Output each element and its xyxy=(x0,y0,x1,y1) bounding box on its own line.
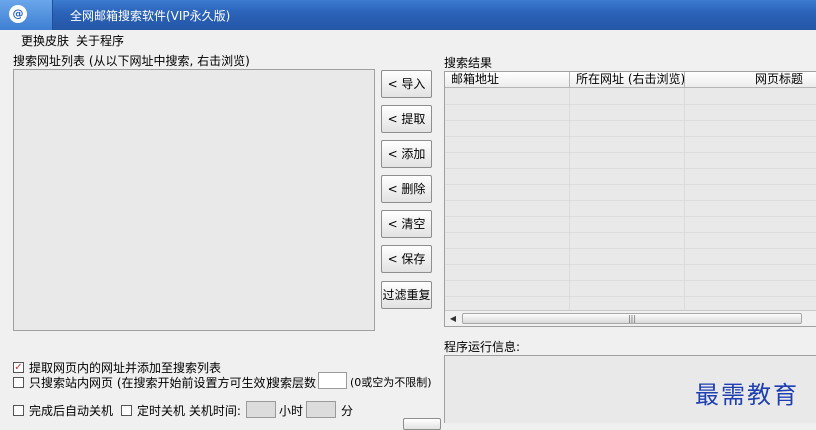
grid-row-line xyxy=(445,168,816,169)
auto-shutdown-checkbox[interactable] xyxy=(13,405,24,416)
menu-change-skin[interactable]: 更换皮肤 xyxy=(21,32,69,49)
extract-button[interactable]: < 提取 xyxy=(381,105,432,133)
depth-hint: (0或空为不限制) xyxy=(350,376,432,389)
grid-row-line xyxy=(445,232,816,233)
minute-label: 分 xyxy=(341,404,354,418)
delete-button[interactable]: < 删除 xyxy=(381,175,432,203)
start-button[interactable] xyxy=(403,418,441,430)
column-header-title[interactable]: 网页标题 xyxy=(685,72,816,88)
grid-row-line xyxy=(445,264,816,265)
grid-row-line xyxy=(445,248,816,249)
grid-divider xyxy=(684,88,685,310)
url-list-label: 搜索网址列表 (从以下网址中搜索, 右击浏览) xyxy=(13,54,250,68)
scroll-left-icon[interactable]: ◀ xyxy=(447,313,459,324)
grid-row-line xyxy=(445,152,816,153)
menu-about[interactable]: 关于程序 xyxy=(76,32,124,49)
url-list[interactable] xyxy=(13,69,375,331)
grid-row-line xyxy=(445,120,816,121)
hour-label: 小时 xyxy=(279,404,304,418)
grid-row-line xyxy=(445,200,816,201)
minute-input[interactable] xyxy=(306,401,336,418)
grid-row-line xyxy=(445,136,816,137)
grid-row-line xyxy=(445,216,816,217)
timed-shutdown-label: 定时关机 关机时间: xyxy=(137,404,241,418)
title-bar: @ 全网邮箱搜索软件(VIP永久版) xyxy=(0,0,816,30)
results-table[interactable]: 邮箱地址 所在网址 (右击浏览) 网页标题 ◀ ||| xyxy=(444,71,816,327)
scroll-thumb[interactable]: ||| xyxy=(462,313,802,324)
grid-row-line xyxy=(445,280,816,281)
grid-divider xyxy=(569,88,570,310)
clear-button[interactable]: < 清空 xyxy=(381,210,432,238)
run-info-label: 程序运行信息: xyxy=(444,340,521,354)
watermark-text: 最需教育 xyxy=(695,381,799,409)
site-only-checkbox[interactable] xyxy=(13,377,24,388)
extract-links-checkbox[interactable]: ✓ xyxy=(13,362,24,373)
app-logo-icon[interactable]: @ xyxy=(9,5,27,23)
hour-input[interactable] xyxy=(246,401,276,418)
column-header-email[interactable]: 邮箱地址 xyxy=(445,72,570,88)
grid-row-line xyxy=(445,296,816,297)
results-label: 搜索结果 xyxy=(444,56,493,70)
grid-row-line xyxy=(445,104,816,105)
title-tab: @ xyxy=(0,0,53,30)
site-only-label: 只搜索站内网页 (在搜索开始前设置方可生效) xyxy=(29,376,271,390)
window-title: 全网邮箱搜索软件(VIP永久版) xyxy=(70,9,231,23)
horizontal-scrollbar[interactable]: ◀ ||| xyxy=(445,310,816,326)
menu-bar: 更换皮肤 关于程序 xyxy=(0,30,816,49)
add-button[interactable]: < 添加 xyxy=(381,140,432,168)
dedupe-button[interactable]: 过滤重复 xyxy=(381,281,432,309)
column-header-url[interactable]: 所在网址 (右击浏览) xyxy=(570,72,685,88)
save-button[interactable]: < 保存 xyxy=(381,245,432,273)
depth-label: 搜索层数 xyxy=(268,376,317,390)
timed-shutdown-checkbox[interactable] xyxy=(121,405,132,416)
auto-shutdown-label: 完成后自动关机 xyxy=(29,404,114,418)
import-button[interactable]: < 导入 xyxy=(381,70,432,98)
grid-row-line xyxy=(445,184,816,185)
depth-input[interactable] xyxy=(318,372,347,389)
